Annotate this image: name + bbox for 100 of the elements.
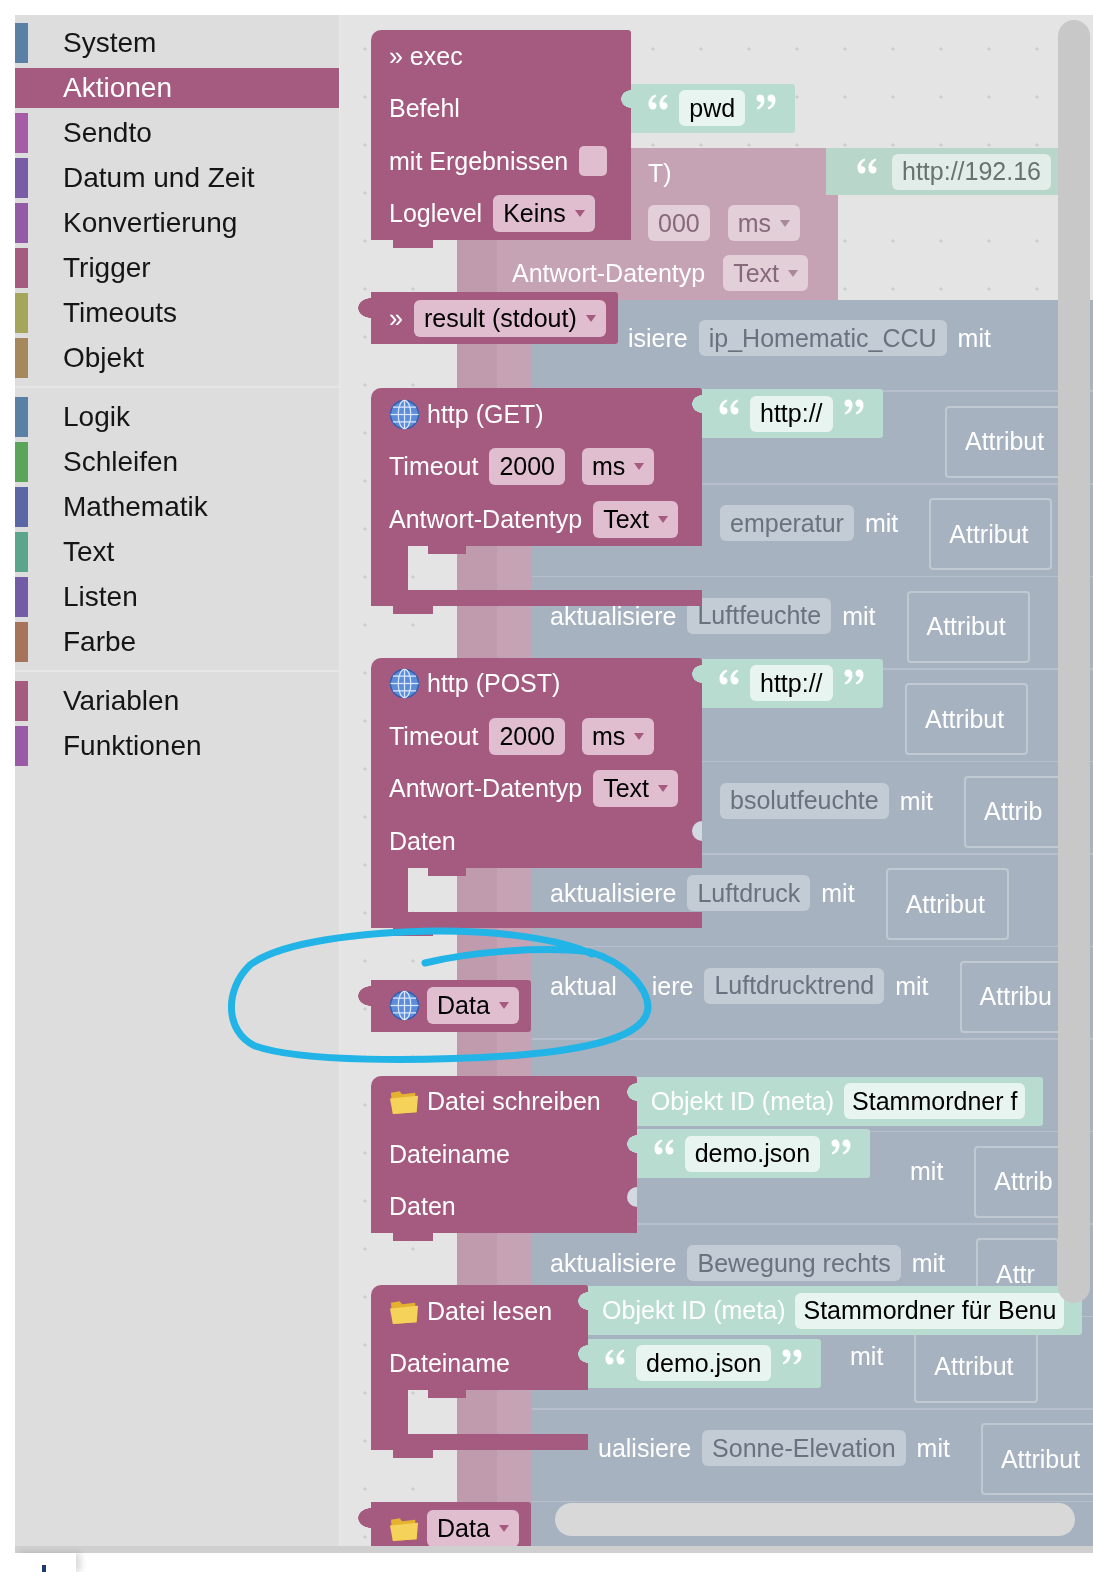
string-block[interactable]: http://	[692, 658, 883, 708]
object-id-field[interactable]: Stammordner f	[844, 1083, 1026, 1119]
category-item[interactable]: Aktionen	[15, 68, 339, 108]
block-label: http (POST)	[427, 669, 561, 699]
dropdown-arrow-icon	[658, 515, 668, 523]
workspace-label: mit	[910, 1155, 944, 1186]
category-item[interactable]: Mathematik	[15, 487, 339, 527]
workspace-url-field[interactable]: http://192.16	[892, 153, 1051, 190]
dropdown-field[interactable]: ms	[582, 448, 655, 486]
input-socket	[692, 821, 702, 841]
dropdown-field[interactable]: Text	[593, 770, 678, 808]
block-label: Antwort-Datentyp	[389, 504, 583, 534]
block-label: Loglevel	[389, 199, 483, 229]
workspace-label: mit	[842, 600, 876, 631]
object-id-field[interactable]: Stammordner für Benu	[795, 1292, 1065, 1329]
number-field[interactable]: 2000	[489, 717, 565, 755]
block-label: Objekt ID (meta)	[650, 1086, 835, 1116]
string-block[interactable]: demo.json	[626, 1129, 871, 1178]
string-input[interactable]: demo.json	[636, 1345, 772, 1381]
number-field[interactable]: 2000	[489, 448, 565, 486]
workspace-attribute-block: Attribut	[929, 498, 1053, 570]
workspace-label: isiere	[628, 323, 688, 353]
dropdown-arrow-icon	[498, 1524, 509, 1532]
category-item[interactable]: Schleifen	[15, 442, 339, 482]
reporter-block[interactable]: Data	[357, 979, 531, 1032]
workspace-attribute-block: Attribut	[885, 868, 1009, 940]
checkbox[interactable]	[579, 146, 608, 177]
open-quote-icon	[856, 157, 878, 175]
close-quote-icon	[755, 92, 778, 111]
category-item[interactable]: Text	[15, 532, 339, 572]
dropdown-field[interactable]: Keins	[493, 195, 595, 233]
block-label: http (GET)	[427, 399, 544, 429]
category-item[interactable]: Funktionen	[15, 726, 339, 766]
close-quote-icon	[781, 1347, 804, 1366]
block-label: Datei lesen	[427, 1296, 553, 1326]
category-item[interactable]: Farbe	[15, 622, 339, 662]
block-label: » exec	[389, 41, 463, 71]
object-id-block[interactable]: Objekt ID (meta) Stammordner für Benu	[578, 1286, 1083, 1335]
string-input[interactable]: pwd	[679, 90, 746, 126]
close-quote-icon	[830, 1138, 853, 1156]
bottom-tab[interactable]	[15, 1553, 76, 1572]
category-item[interactable]: Timeouts	[15, 293, 339, 333]
string-input[interactable]: http://	[750, 665, 833, 701]
string-input[interactable]: demo.json	[684, 1135, 821, 1172]
block-label: Daten	[389, 826, 456, 856]
reporter-block[interactable]: Data	[357, 1502, 531, 1546]
category-item[interactable]: Listen	[15, 577, 339, 617]
block-label: Timeout	[389, 721, 479, 751]
string-input[interactable]: http://	[750, 395, 833, 432]
globe-icon	[389, 398, 420, 430]
open-quote-icon	[718, 398, 740, 416]
workspace-label: aktual	[550, 970, 617, 1001]
category-item[interactable]: Sendto	[15, 113, 339, 153]
category-item[interactable]: Konvertierung	[15, 203, 339, 243]
category-item[interactable]: Objekt	[15, 338, 339, 378]
workspace-label: mit	[864, 508, 899, 538]
block-label: Objekt ID (meta)	[602, 1296, 786, 1325]
workspace-label: Antwort-Datentyp	[512, 258, 706, 289]
string-block[interactable]: pwd	[621, 83, 796, 133]
statement-block[interactable]: » exec Befehl mit Ergebnissen Loglevel Keins	[371, 30, 632, 248]
horizontal-scrollbar[interactable]	[555, 1503, 1075, 1536]
block-label: Timeout	[389, 452, 479, 482]
category-item[interactable]: Trigger	[15, 248, 339, 288]
string-block[interactable]: demo.json	[578, 1338, 822, 1388]
workspace-label: mit	[899, 785, 934, 816]
open-quote-icon	[718, 667, 740, 686]
workspace-label: mit	[895, 970, 929, 1001]
workspace-object-field: Bewegung rechts	[687, 1245, 901, 1281]
string-block[interactable]: http://	[692, 389, 883, 438]
workspace-label: T)	[648, 158, 672, 189]
dropdown-arrow-icon	[634, 732, 645, 740]
workspace-object-field: Luftfeuchte	[687, 597, 832, 634]
workspace-object-field: Sonne-Elevation	[702, 1430, 906, 1466]
workspace-label: ualisiere	[598, 1433, 692, 1463]
workspace-attribute-block: Attribut	[906, 590, 1030, 663]
dropdown-field[interactable]: Text	[593, 500, 678, 538]
category-item[interactable]: Datum und Zeit	[15, 158, 339, 198]
open-quote-icon	[647, 92, 670, 111]
workspace-object-field: emperatur	[720, 505, 854, 541]
block-label: »	[389, 303, 403, 333]
dropdown-field[interactable]: Data	[427, 1509, 519, 1546]
category-item[interactable]: Variablen	[15, 681, 339, 721]
workspace-attribute-block: Attribut	[905, 683, 1029, 755]
workspace-label: mit	[911, 1248, 945, 1278]
workspace-object-field: Luftdrucktrend	[704, 967, 885, 1004]
block-label: Antwort-Datentyp	[389, 774, 583, 804]
close-quote-icon	[842, 667, 865, 686]
dropdown-field[interactable]: result (stdout)	[413, 299, 606, 337]
category-item[interactable]: System	[15, 23, 339, 63]
dropdown-field[interactable]: Data	[427, 987, 519, 1024]
bar-icon	[42, 1565, 46, 1572]
vertical-scrollbar[interactable]	[1058, 20, 1090, 1303]
category-item[interactable]: Logik	[15, 397, 339, 437]
workspace-label: aktualisiere	[550, 1248, 677, 1278]
reporter-block[interactable]: » result (stdout)	[357, 292, 618, 344]
block-label: Dateiname	[389, 1349, 510, 1379]
dropdown-field[interactable]: ms	[582, 717, 655, 755]
statement-block[interactable]: Datei lesen Dateiname	[371, 1285, 589, 1458]
workspace-label: mit	[821, 878, 855, 908]
object-id-block[interactable]: Objekt ID (meta) Stammordner f	[626, 1076, 1044, 1126]
